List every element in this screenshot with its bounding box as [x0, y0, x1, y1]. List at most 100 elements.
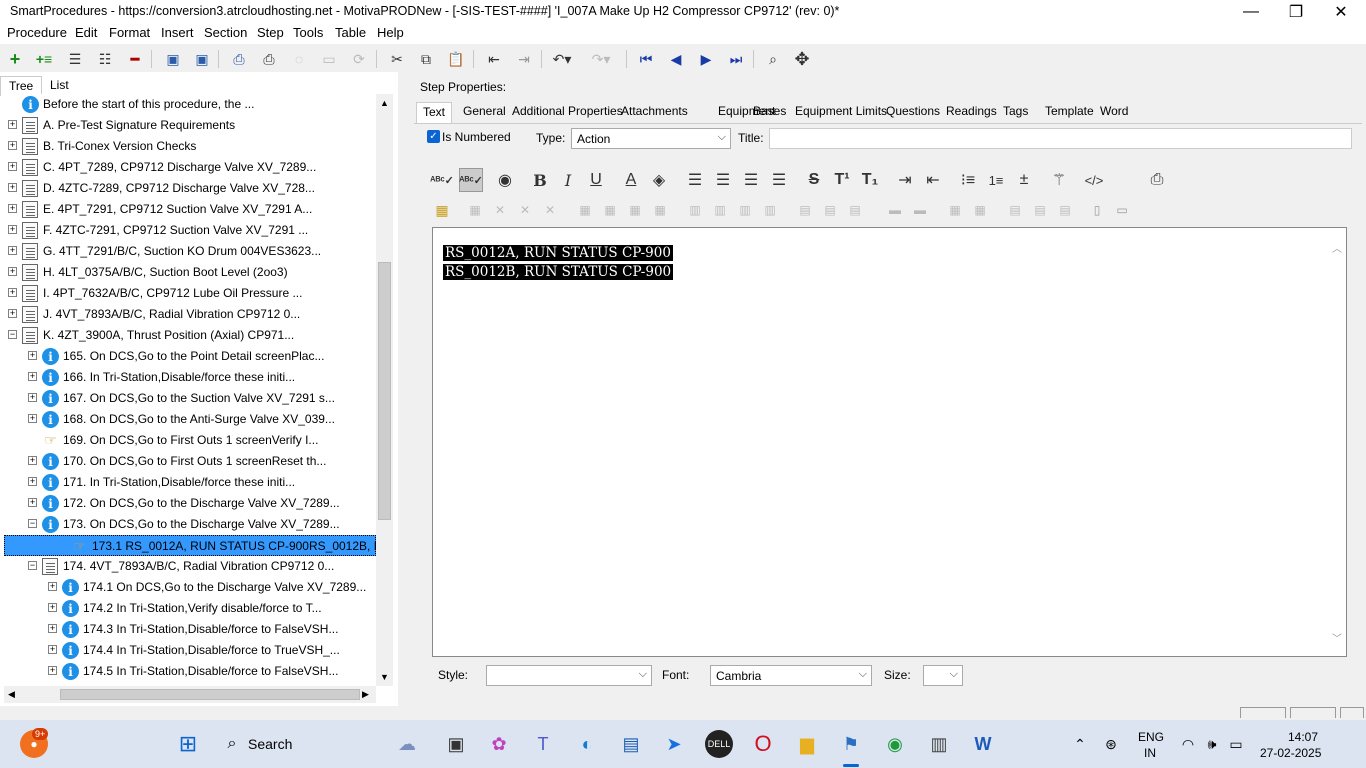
font-color-icon[interactable]: A: [619, 168, 643, 192]
highlight-icon[interactable]: ◈: [647, 168, 671, 192]
paste-icon[interactable]: 📋: [445, 48, 467, 70]
scroll-down-icon[interactable]: ﹀: [1332, 630, 1342, 645]
menu-step[interactable]: Step: [257, 25, 284, 40]
tab-text[interactable]: Text: [416, 102, 453, 123]
collapse-icon[interactable]: −: [8, 330, 17, 339]
tree-node[interactable]: − 174. 4VT_7893A/B/C, Radial Vibration CP…: [4, 556, 376, 577]
collapse-icon[interactable]: −: [28, 561, 37, 570]
table-tool-icon[interactable]: ▤: [795, 200, 815, 220]
italic-icon[interactable]: I: [556, 168, 580, 192]
maximize-button[interactable]: ❐: [1273, 0, 1319, 23]
tree-node[interactable]: + i 171. In Tri-Station,Disable/force thes…: [4, 472, 376, 493]
table-tool-icon[interactable]: ▦: [650, 200, 670, 220]
first-icon[interactable]: ⏮: [635, 48, 657, 70]
html-code-icon[interactable]: </>: [1082, 168, 1106, 192]
tab-readings[interactable]: Readings: [940, 102, 1003, 123]
bullet-list-icon[interactable]: ⁝≡: [956, 168, 980, 192]
tree-node[interactable]: + F. 4ZTC-7291, CP9712 Suction Valve XV_7…: [4, 220, 376, 241]
remove-icon[interactable]: ━: [124, 48, 146, 70]
align-right-icon[interactable]: ☰: [739, 168, 763, 192]
spellcheck-auto-icon[interactable]: ᴬᴮᶜ✓: [459, 168, 483, 192]
subscript-icon[interactable]: T₁: [858, 168, 882, 192]
add-icon[interactable]: +: [4, 48, 26, 70]
bold-icon[interactable]: B: [528, 168, 552, 192]
tree-node[interactable]: + i 174.1 On DCS,Go to the Discharge Valve…: [4, 577, 376, 598]
table-tool-icon[interactable]: ▦: [465, 200, 485, 220]
menu-tools[interactable]: Tools: [293, 25, 323, 40]
undo-icon[interactable]: ↶▾: [551, 48, 573, 70]
chevron-up-icon[interactable]: ⌃: [1066, 730, 1094, 758]
tree-node[interactable]: + i 174.5 In Tri-Station,Disable/force to …: [4, 661, 376, 682]
tree-node[interactable]: + i 168. On DCS,Go to the Anti-Surge Valve…: [4, 409, 376, 430]
tree-node[interactable]: + i 170. On DCS,Go to First Outs 1 screenR…: [4, 451, 376, 472]
magic-wand-icon[interactable]: ⚚: [1047, 168, 1071, 192]
table-tool-icon[interactable]: ▦: [575, 200, 595, 220]
tab-word[interactable]: Word: [1094, 102, 1134, 123]
windows-start-icon[interactable]: ⊞: [174, 730, 202, 758]
size-select[interactable]: ⌵: [923, 665, 963, 686]
tab-questions[interactable]: Questions: [880, 102, 946, 123]
tab-general[interactable]: General: [457, 102, 512, 123]
increase-indent-icon[interactable]: ⇥: [893, 168, 917, 192]
table-tool-icon[interactable]: ▥: [685, 200, 705, 220]
table-tool-icon[interactable]: ▤: [845, 200, 865, 220]
app-icon[interactable]: ▥: [925, 730, 953, 758]
save-icon[interactable]: ▣: [191, 48, 213, 70]
expand-icon[interactable]: +: [48, 666, 57, 675]
file-explorer-icon[interactable]: ▆: [793, 730, 821, 758]
table-tool-icon[interactable]: ▤: [1030, 200, 1050, 220]
table-tool-icon[interactable]: ▦: [945, 200, 965, 220]
list-alt-icon[interactable]: ☷: [94, 48, 116, 70]
tab-tags[interactable]: Tags: [997, 102, 1034, 123]
title-input[interactable]: [769, 128, 1352, 149]
tree-node[interactable]: + i 174.3 In Tri-Station,Disable/force to …: [4, 619, 376, 640]
editor-content[interactable]: RS_0012A, RUN STATUS CP-900 RS_0012B, RU…: [443, 244, 674, 282]
tree-node[interactable]: + D. 4ZTC-7289, CP9712 Discharge Valve XV…: [4, 178, 376, 199]
expand-icon[interactable]: +: [8, 162, 17, 171]
table-tool-icon[interactable]: ✕: [490, 200, 510, 220]
editor-line[interactable]: RS_0012A, RUN STATUS CP-900: [443, 245, 673, 261]
menu-format[interactable]: Format: [109, 25, 150, 40]
symbol-icon[interactable]: ◉: [493, 168, 517, 192]
tree-node[interactable]: + i 174.4 In Tri-Station,Disable/force to …: [4, 640, 376, 661]
align-center-icon[interactable]: ☰: [711, 168, 735, 192]
expand-icon[interactable]: +: [28, 498, 37, 507]
menu-table[interactable]: Table: [335, 25, 366, 40]
expand-icon[interactable]: +: [28, 393, 37, 402]
opera-icon[interactable]: O: [749, 730, 777, 758]
list-icon[interactable]: ☰: [64, 48, 86, 70]
tree-node[interactable]: + i 166. In Tri-Station,Disable/force thes…: [4, 367, 376, 388]
table-tool-icon[interactable]: ▥: [735, 200, 755, 220]
table-tool-icon[interactable]: ▦: [600, 200, 620, 220]
numbered-list-icon[interactable]: 1≡: [984, 168, 1008, 192]
scroll-up-icon[interactable]: ︿: [1332, 240, 1342, 255]
table-tool-icon[interactable]: ▥: [760, 200, 780, 220]
table-tool-icon[interactable]: ▬: [910, 200, 930, 220]
justify-icon[interactable]: ☰: [767, 168, 791, 192]
tab-tree[interactable]: Tree: [0, 76, 43, 96]
expand-icon[interactable]: +: [8, 183, 17, 192]
is-numbered-checkbox[interactable]: ✓: [427, 130, 440, 143]
menu-insert[interactable]: Insert: [161, 25, 194, 40]
tree-node[interactable]: + A. Pre-Test Signature Requirements: [4, 115, 376, 136]
edge-icon[interactable]: ◐: [573, 730, 601, 758]
table-tool-icon[interactable]: ✕: [540, 200, 560, 220]
superscript-icon[interactable]: T¹: [830, 168, 854, 192]
tree-node[interactable]: + i 172. On DCS,Go to the Discharge Valve …: [4, 493, 376, 514]
expand-icon[interactable]: +: [28, 372, 37, 381]
tree-node[interactable]: ☞ 173.1 RS_0012A, RUN STATUS CP-900RS_001…: [4, 535, 376, 556]
tab-list[interactable]: List: [42, 76, 77, 96]
table-tool-icon[interactable]: ▤: [1005, 200, 1025, 220]
tab-equipment-limits[interactable]: Equipment Limits: [789, 102, 893, 123]
table-tool-icon[interactable]: ▦: [970, 200, 990, 220]
tree-horizontal-scrollbar[interactable]: ◀ ▶: [4, 686, 376, 703]
step-text-editor[interactable]: RS_0012A, RUN STATUS CP-900 RS_0012B, RU…: [432, 227, 1347, 657]
collapse-icon[interactable]: −: [28, 519, 37, 528]
expand-icon[interactable]: +: [8, 246, 17, 255]
print-icon[interactable]: ⎙: [258, 48, 280, 70]
battery-icon[interactable]: ▭: [1222, 730, 1250, 758]
tree-node[interactable]: i Before the start of this procedure, the…: [4, 94, 376, 115]
refresh-icon[interactable]: ⟳: [348, 48, 370, 70]
expand-icon[interactable]: +: [8, 225, 17, 234]
menu-edit[interactable]: Edit: [75, 25, 97, 40]
